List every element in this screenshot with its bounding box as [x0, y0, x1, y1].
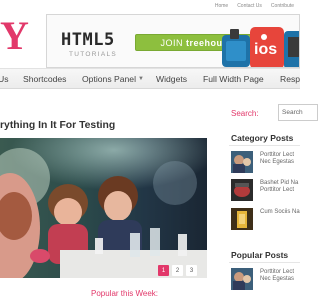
chevron-down-icon: ▼ [137, 76, 144, 82]
post-title-line1: Porttitor Lect [260, 152, 295, 158]
post-title-line2: Nec Egestas [260, 159, 295, 165]
nav-item-full-width-page[interactable]: Full Width Page [203, 74, 264, 84]
top-link-contact[interactable]: Contact Us [237, 3, 262, 9]
nav-item-options-label: Options Panel [82, 74, 136, 84]
nav-item-about[interactable]: Us [0, 74, 9, 84]
slider-page-2[interactable]: 2 [172, 265, 183, 276]
slider-pager: 1 2 3 [158, 265, 197, 276]
kids-photo-icon [0, 138, 207, 278]
top-links: Home Contact Us Contribute [215, 3, 294, 9]
category-posts-title: Category Posts [231, 133, 294, 143]
nav-item-widgets[interactable]: Widgets [156, 74, 187, 84]
slider-page-3[interactable]: 3 [186, 265, 197, 276]
popular-posts-title: Popular Posts [231, 250, 289, 260]
search-input[interactable]: Search [278, 104, 318, 121]
svg-text:ios: ios [254, 41, 277, 58]
slider-page-1[interactable]: 1 [158, 265, 169, 276]
post-title-line1: Porttitor Lect [260, 269, 295, 275]
post-title-line1: Bashet Pid Na [260, 180, 299, 186]
post-title[interactable]: rything In It For Testing [0, 120, 115, 131]
top-link-contribute[interactable]: Contribute [271, 3, 294, 9]
post-title-line1: Cum Sociis Na [260, 209, 300, 215]
divider [229, 145, 300, 146]
nav-item-options-panel[interactable]: Options Panel ▼ [82, 74, 144, 84]
device-illustration-icon: ios [222, 27, 299, 67]
post-title-line2: Nec Egestas [260, 276, 295, 282]
nav-item-responsive[interactable]: Resp [280, 74, 300, 84]
banner-logo: HTML5 [61, 30, 115, 50]
banner-subtext: TUTORIALS [69, 51, 118, 58]
popular-week-heading: Popular this Week: [91, 289, 158, 298]
join-label: JOIN [160, 37, 183, 48]
main-nav: Us Shortcodes Options Panel ▼ Widgets Ful… [0, 68, 300, 89]
post-thumbnail-icon [231, 151, 253, 173]
search-label: Search: [231, 109, 259, 118]
featured-image[interactable] [0, 138, 207, 278]
banner-ad[interactable]: HTML5 TUTORIALS JOIN treehouse ios [46, 14, 300, 68]
category-post-item[interactable]: Porttitor Lect Nec Egestas [231, 151, 300, 173]
divider [229, 262, 300, 263]
nav-item-shortcodes[interactable]: Shortcodes [23, 74, 66, 84]
category-post-item[interactable]: Cum Sociis Na [231, 208, 300, 230]
top-link-home[interactable]: Home [215, 3, 228, 9]
post-thumbnail-icon [231, 268, 253, 290]
post-title-line2: Porttitor Lect [260, 187, 295, 193]
site-logo[interactable]: Y [0, 16, 29, 56]
popular-post-item[interactable]: Porttitor Lect Nec Egestas [231, 268, 300, 290]
post-thumbnail-icon [231, 208, 253, 230]
category-post-item[interactable]: Bashet Pid Na Porttitor Lect [231, 179, 300, 201]
post-thumbnail-icon [231, 179, 253, 201]
